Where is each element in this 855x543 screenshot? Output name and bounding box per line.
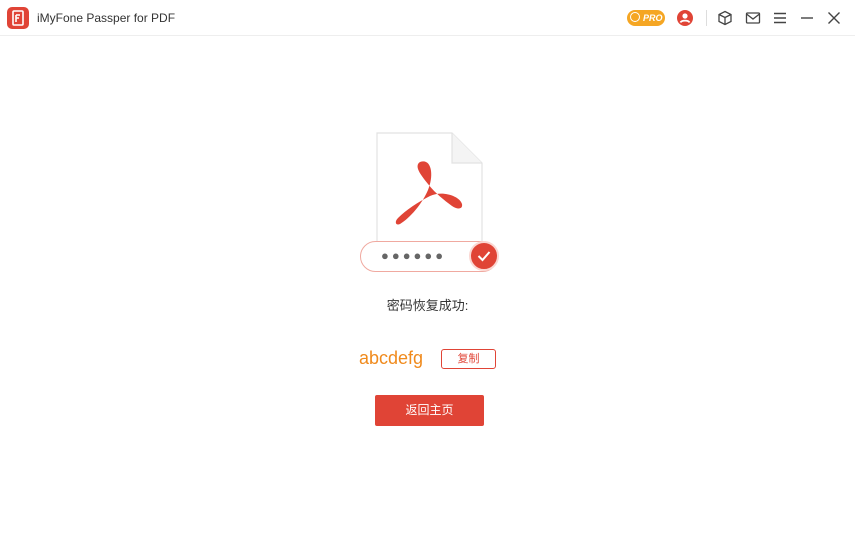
pro-badge[interactable]: PRO: [627, 10, 665, 26]
coin-icon: [630, 12, 640, 22]
package-icon[interactable]: [716, 9, 734, 27]
pdf-document-illustration: [376, 132, 484, 252]
recovery-success-label: 密码恢复成功:: [386, 298, 469, 313]
close-icon[interactable]: [825, 9, 843, 27]
menu-icon[interactable]: [771, 9, 789, 27]
app-logo-icon: [7, 7, 29, 29]
masked-password-field: ●●●●●●: [360, 241, 499, 272]
pro-label: PRO: [643, 13, 663, 23]
password-mask: ●●●●●●: [381, 248, 447, 263]
return-home-button[interactable]: 返回主页: [375, 395, 484, 426]
minimize-icon[interactable]: [798, 9, 816, 27]
recovered-password: abcdefg: [359, 348, 424, 368]
toolbar-divider: [706, 10, 707, 26]
mail-icon[interactable]: [744, 9, 762, 27]
title-bar: iMyFone Passper for PDF PRO: [0, 0, 855, 36]
account-icon[interactable]: [676, 9, 694, 27]
window-title: iMyFone Passper for PDF: [37, 11, 176, 25]
copy-button[interactable]: 复制: [441, 349, 496, 369]
check-icon: [469, 241, 499, 271]
